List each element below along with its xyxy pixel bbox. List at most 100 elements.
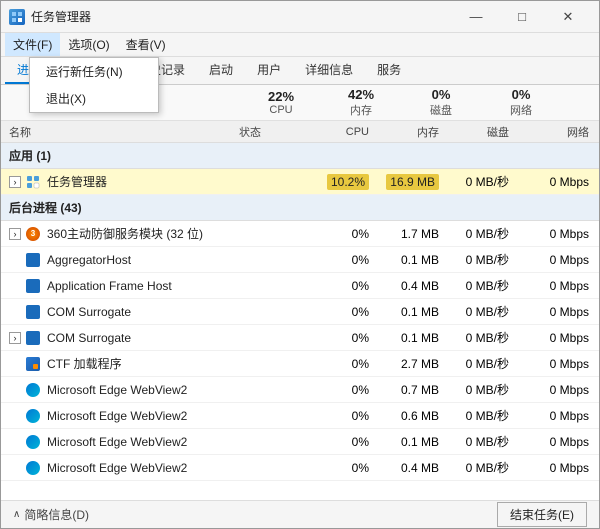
tab-startup[interactable]: 启动 — [197, 57, 245, 84]
process-disk: 0 MB/秒 — [449, 355, 519, 372]
process-cpu: 0% — [309, 409, 379, 423]
process-icon-edge2 — [25, 408, 41, 424]
process-icon-edge4 — [25, 460, 41, 476]
process-name-cell: Microsoft Edge WebView2 — [9, 460, 239, 476]
process-disk: 0 MB/秒 — [449, 433, 519, 450]
summary-info[interactable]: ∧ 简略信息(D) — [13, 506, 89, 523]
process-memory: 0.4 MB — [379, 461, 449, 475]
col-header-disk[interactable]: 磁盘 — [449, 124, 519, 140]
process-name: Microsoft Edge WebView2 — [47, 409, 187, 423]
network-label: 网络 — [510, 102, 532, 118]
summary-label[interactable]: 简略信息(D) — [24, 506, 89, 523]
window-title: 任务管理器 — [31, 8, 453, 25]
process-name-cell: Microsoft Edge WebView2 — [9, 434, 239, 450]
menu-view[interactable]: 查看(V) — [118, 33, 174, 56]
process-network: 0 Mbps — [519, 227, 589, 241]
expand-button[interactable]: › — [9, 176, 21, 188]
table-row[interactable]: Microsoft Edge WebView2 0% 0.7 MB 0 MB/秒… — [1, 377, 599, 403]
close-button[interactable]: ✕ — [545, 1, 591, 33]
table-row[interactable]: › 任务管理器 10.2% 16.9 MB 0 MB/秒 0 — [1, 169, 599, 195]
col-header-network[interactable]: 网络 — [519, 124, 589, 140]
process-disk: 0 MB/秒 — [449, 381, 519, 398]
cpu-percentage: 22% — [268, 89, 294, 104]
table-row[interactable]: AggregatorHost 0% 0.1 MB 0 MB/秒 0 Mbps — [1, 247, 599, 273]
memory-label: 内存 — [350, 102, 372, 118]
app-icon — [9, 9, 25, 25]
process-name-cell: Microsoft Edge WebView2 — [9, 382, 239, 398]
process-icon-ctf — [25, 356, 41, 372]
process-cpu: 0% — [309, 279, 379, 293]
status-bar: ∧ 简略信息(D) 结束任务(E) — [1, 500, 599, 528]
table-row[interactable]: Application Frame Host 0% 0.4 MB 0 MB/秒 … — [1, 273, 599, 299]
process-disk: 0 MB/秒 — [449, 251, 519, 268]
disk-percentage: 0% — [432, 87, 451, 102]
tab-users[interactable]: 用户 — [245, 57, 293, 84]
menu-run-new-task[interactable]: 运行新任务(N) — [30, 58, 158, 85]
expand-button[interactable]: › — [9, 332, 21, 344]
process-network: 0 Mbps — [519, 409, 589, 423]
expand-button[interactable]: › — [9, 228, 21, 240]
table-row[interactable]: Microsoft Edge WebView2 0% 0.4 MB 0 MB/秒… — [1, 455, 599, 481]
col-header-name[interactable]: 名称 — [9, 124, 239, 140]
process-name: Microsoft Edge WebView2 — [47, 383, 187, 397]
menu-options[interactable]: 选项(O) — [60, 33, 117, 56]
cpu-label: CPU — [269, 104, 292, 116]
process-network: 0 Mbps — [519, 305, 589, 319]
process-disk: 0 MB/秒 — [449, 303, 519, 320]
process-icon-taskmgr — [25, 174, 41, 190]
table-row[interactable]: CTF 加载程序 0% 2.7 MB 0 MB/秒 0 Mbps — [1, 351, 599, 377]
tab-services[interactable]: 服务 — [365, 57, 413, 84]
col-header-memory[interactable]: 内存 — [379, 124, 449, 140]
process-icon-edge3 — [25, 434, 41, 450]
maximize-button[interactable]: □ — [499, 1, 545, 33]
col-header-status[interactable]: 状态 — [239, 124, 309, 140]
file-dropdown-menu: 运行新任务(N) 退出(X) — [29, 57, 159, 113]
process-cpu: 0% — [309, 253, 379, 267]
col-header-cpu[interactable]: CPU — [309, 126, 379, 138]
process-name: CTF 加载程序 — [47, 355, 122, 372]
process-network: 0 Mbps — [519, 461, 589, 475]
process-memory: 16.9 MB — [379, 175, 449, 189]
process-icon-com2 — [25, 330, 41, 346]
process-table[interactable]: 应用 (1) › 任务管理器 10.2% 16 — [1, 143, 599, 500]
disk-label: 磁盘 — [430, 102, 452, 118]
tab-details[interactable]: 详细信息 — [293, 57, 365, 84]
table-row[interactable]: › COM Surrogate 0% 0.1 MB 0 MB/秒 0 Mbps — [1, 325, 599, 351]
process-memory: 1.7 MB — [379, 227, 449, 241]
process-name: 360主动防御服务模块 (32 位) — [47, 225, 203, 242]
section-background: 后台进程 (43) — [1, 195, 599, 221]
process-cpu: 0% — [309, 435, 379, 449]
process-disk: 0 MB/秒 — [449, 173, 519, 190]
process-disk: 0 MB/秒 — [449, 407, 519, 424]
process-memory: 0.1 MB — [379, 305, 449, 319]
process-icon-360: 3 — [25, 226, 41, 242]
process-cpu: 0% — [309, 305, 379, 319]
memory-percentage: 42% — [348, 87, 374, 102]
table-row[interactable]: COM Surrogate 0% 0.1 MB 0 MB/秒 0 Mbps — [1, 299, 599, 325]
minimize-button[interactable]: — — [453, 1, 499, 33]
process-cpu: 0% — [309, 357, 379, 371]
process-name-cell: Microsoft Edge WebView2 — [9, 408, 239, 424]
process-cpu: 10.2% — [309, 175, 379, 189]
process-name-cell: CTF 加载程序 — [9, 355, 239, 372]
section-apps: 应用 (1) — [1, 143, 599, 169]
process-network: 0 Mbps — [519, 331, 589, 345]
table-row[interactable]: Microsoft Edge WebView2 0% 0.1 MB 0 MB/秒… — [1, 429, 599, 455]
process-icon-aggregator — [25, 252, 41, 268]
end-task-button[interactable]: 结束任务(E) — [497, 502, 587, 527]
process-icon-edge1 — [25, 382, 41, 398]
process-memory: 0.1 MB — [379, 253, 449, 267]
process-name: COM Surrogate — [47, 305, 131, 319]
process-disk: 0 MB/秒 — [449, 277, 519, 294]
table-row[interactable]: › 3 360主动防御服务模块 (32 位) 0% 1.7 MB 0 MB/秒 … — [1, 221, 599, 247]
process-memory: 2.7 MB — [379, 357, 449, 371]
process-name-cell: Application Frame Host — [9, 278, 239, 294]
menu-exit[interactable]: 退出(X) — [30, 85, 158, 112]
task-manager-window: 任务管理器 — □ ✕ 文件(F) 选项(O) 查看(V) 运行新任务(N) 退… — [0, 0, 600, 529]
process-network: 0 Mbps — [519, 253, 589, 267]
process-memory: 0.1 MB — [379, 331, 449, 345]
process-name-cell: › 3 360主动防御服务模块 (32 位) — [9, 225, 239, 242]
table-row[interactable]: Microsoft Edge WebView2 0% 0.6 MB 0 MB/秒… — [1, 403, 599, 429]
title-bar: 任务管理器 — □ ✕ — [1, 1, 599, 33]
menu-file[interactable]: 文件(F) — [5, 33, 60, 56]
